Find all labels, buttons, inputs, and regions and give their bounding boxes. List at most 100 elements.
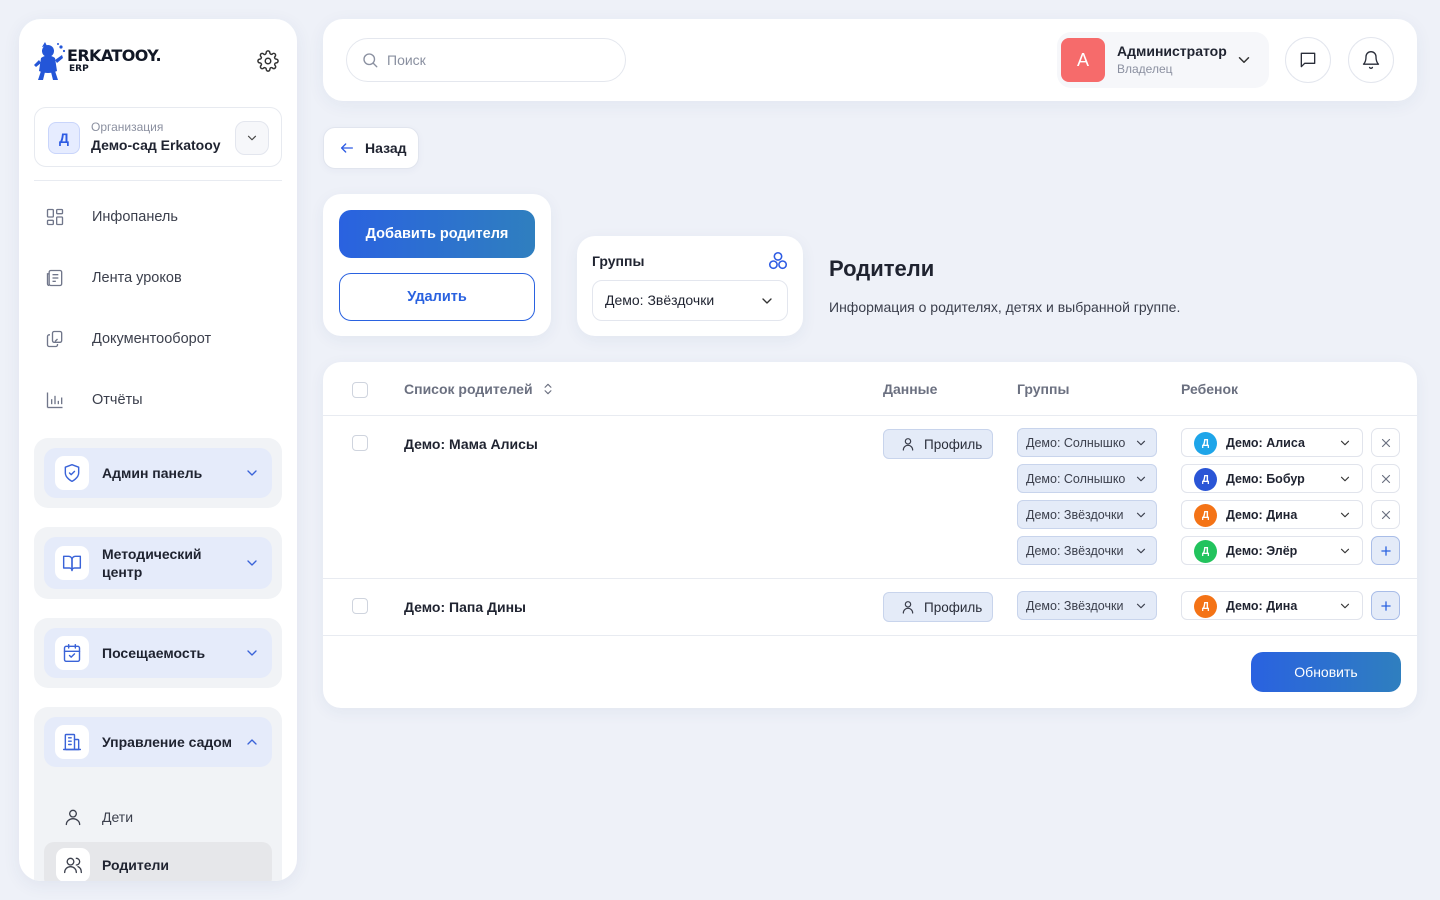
group-select[interactable]: Демо: Солнышко	[1017, 464, 1157, 493]
chevron-down-icon	[1340, 476, 1350, 482]
users-icon	[64, 857, 83, 874]
sidebar-group-attendance-header[interactable]: Посещаемость	[44, 628, 272, 678]
sidebar-item-label: Дети	[102, 809, 134, 825]
documents-icon	[46, 330, 63, 348]
chevron-down-icon	[1136, 440, 1146, 446]
child-select[interactable]: Д Демо: Алиса	[1181, 428, 1363, 457]
sidebar-item-parents[interactable]: Родители	[44, 842, 272, 881]
chevron-down-icon	[1136, 512, 1146, 518]
back-button[interactable]: Назад	[323, 127, 419, 169]
chevron-down-icon	[1340, 603, 1350, 609]
organization-selector[interactable]: Д Организация Демо-сад Erkatooy	[34, 107, 282, 167]
arrow-left-icon	[341, 143, 353, 153]
close-icon	[1381, 474, 1390, 483]
user-icon	[65, 809, 81, 826]
chevron-down-icon	[1238, 57, 1250, 63]
child-name: Демо: Бобур	[1226, 472, 1305, 486]
sidebar-group-admin-header[interactable]: Админ панель	[44, 448, 272, 498]
user-icon	[902, 601, 914, 614]
reports-icon	[46, 392, 63, 409]
notifications-button[interactable]	[1348, 37, 1394, 83]
plus-icon	[1380, 545, 1391, 556]
parent-name: Демо: Папа Дины	[404, 599, 526, 615]
sidebar-item-lessons-feed[interactable]: Лента уроков	[43, 258, 273, 298]
organization-label: Организация	[91, 120, 164, 134]
column-header-list[interactable]: Список родителей	[404, 381, 555, 397]
child-select[interactable]: Д Демо: Бобур	[1181, 464, 1363, 493]
child-avatar: Д	[1194, 468, 1217, 491]
sort-icon	[544, 383, 552, 395]
select-all-checkbox[interactable]	[352, 382, 368, 398]
page-description: Информация о родителях, детях и выбранно…	[829, 299, 1181, 315]
dashboard-icon	[46, 208, 64, 226]
sidebar-group-label: Методический центр	[102, 546, 202, 580]
group-select[interactable]: Демо: Звёздочки	[1017, 536, 1157, 565]
group-select[interactable]: Демо: Звёздочки	[1017, 500, 1157, 529]
avatar: А	[1061, 38, 1105, 82]
child-name: Демо: Элёр	[1226, 544, 1298, 558]
group-select[interactable]: Демо: Звёздочки	[1017, 591, 1157, 620]
table-divider	[323, 578, 1417, 579]
group-select[interactable]: Демо: Солнышко	[1017, 428, 1157, 457]
organization-dropdown-button[interactable]	[235, 121, 269, 155]
sidebar-item-documents[interactable]: Документооборот	[43, 319, 273, 359]
sidebar-group-methodical-header[interactable]: Методический центр	[44, 537, 272, 589]
add-child-button[interactable]	[1371, 591, 1400, 620]
update-button[interactable]: Обновить	[1251, 652, 1401, 692]
chevron-down-icon	[762, 298, 772, 304]
remove-child-button[interactable]	[1371, 464, 1400, 493]
search-box[interactable]	[346, 38, 626, 82]
organization-avatar: Д	[48, 122, 80, 154]
user-icon	[902, 438, 914, 451]
search-input[interactable]	[387, 52, 607, 68]
sidebar-item-dashboard[interactable]: Инфопанель	[43, 197, 273, 237]
back-label: Назад	[365, 140, 407, 156]
row-checkbox[interactable]	[352, 435, 368, 451]
building-icon	[62, 733, 82, 751]
user-menu[interactable]: А Администратор Владелец	[1057, 32, 1269, 88]
shield-icon	[64, 463, 80, 483]
sidebar-item-label: Отчёты	[92, 392, 143, 408]
search-icon	[363, 53, 378, 68]
page-title: Родители	[829, 256, 935, 281]
chevron-down-icon	[1340, 440, 1350, 446]
column-header-data: Данные	[883, 381, 938, 397]
profile-button[interactable]: Профиль	[883, 592, 993, 622]
child-avatar: Д	[1194, 432, 1217, 455]
remove-child-button[interactable]	[1371, 428, 1400, 457]
sidebar-group-methodical: Методический центр	[34, 527, 282, 599]
child-select[interactable]: Д Демо: Элёр	[1181, 536, 1363, 565]
add-parent-button[interactable]: Добавить родителя	[339, 210, 535, 258]
group-select-value: Демо: Звёздочки	[1026, 544, 1124, 558]
sidebar-item-label: Лента уроков	[92, 270, 182, 286]
group-filter-select[interactable]: Демо: Звёздочки	[592, 280, 788, 321]
parent-name: Демо: Мама Алисы	[404, 436, 538, 452]
profile-button[interactable]: Профиль	[883, 429, 993, 459]
add-child-button[interactable]	[1371, 536, 1400, 565]
row-checkbox[interactable]	[352, 598, 368, 614]
sidebar-item-children[interactable]: Дети	[44, 794, 272, 840]
table-divider	[323, 635, 1417, 636]
sidebar-group-label: Управление садом	[102, 734, 232, 750]
messages-button[interactable]	[1285, 37, 1331, 83]
message-icon	[1300, 52, 1316, 68]
chevron-down-icon	[1136, 548, 1146, 554]
sidebar-item-label: Родители	[102, 857, 169, 873]
group-select-value: Демо: Солнышко	[1026, 436, 1126, 450]
sidebar-item-label: Инфопанель	[92, 209, 178, 225]
sidebar-group-garden-header[interactable]: Управление садом	[44, 717, 272, 767]
delete-button[interactable]: Удалить	[339, 273, 535, 321]
sidebar-item-reports[interactable]: Отчёты	[43, 380, 273, 420]
remove-child-button[interactable]	[1371, 500, 1400, 529]
groups-icon	[768, 251, 788, 270]
sidebar-item-label: Документооборот	[92, 331, 212, 347]
chevron-up-icon	[247, 739, 257, 745]
close-icon	[1381, 438, 1390, 447]
sidebar-group-attendance: Посещаемость	[34, 618, 282, 688]
settings-button[interactable]	[257, 50, 279, 72]
child-select[interactable]: Д Демо: Дина	[1181, 500, 1363, 529]
brand-logo[interactable]: ERKATOOY. ERP	[33, 41, 162, 81]
child-select[interactable]: Д Демо: Дина	[1181, 591, 1363, 620]
user-name: Администратор	[1117, 43, 1227, 59]
child-name: Демо: Дина	[1226, 599, 1298, 613]
